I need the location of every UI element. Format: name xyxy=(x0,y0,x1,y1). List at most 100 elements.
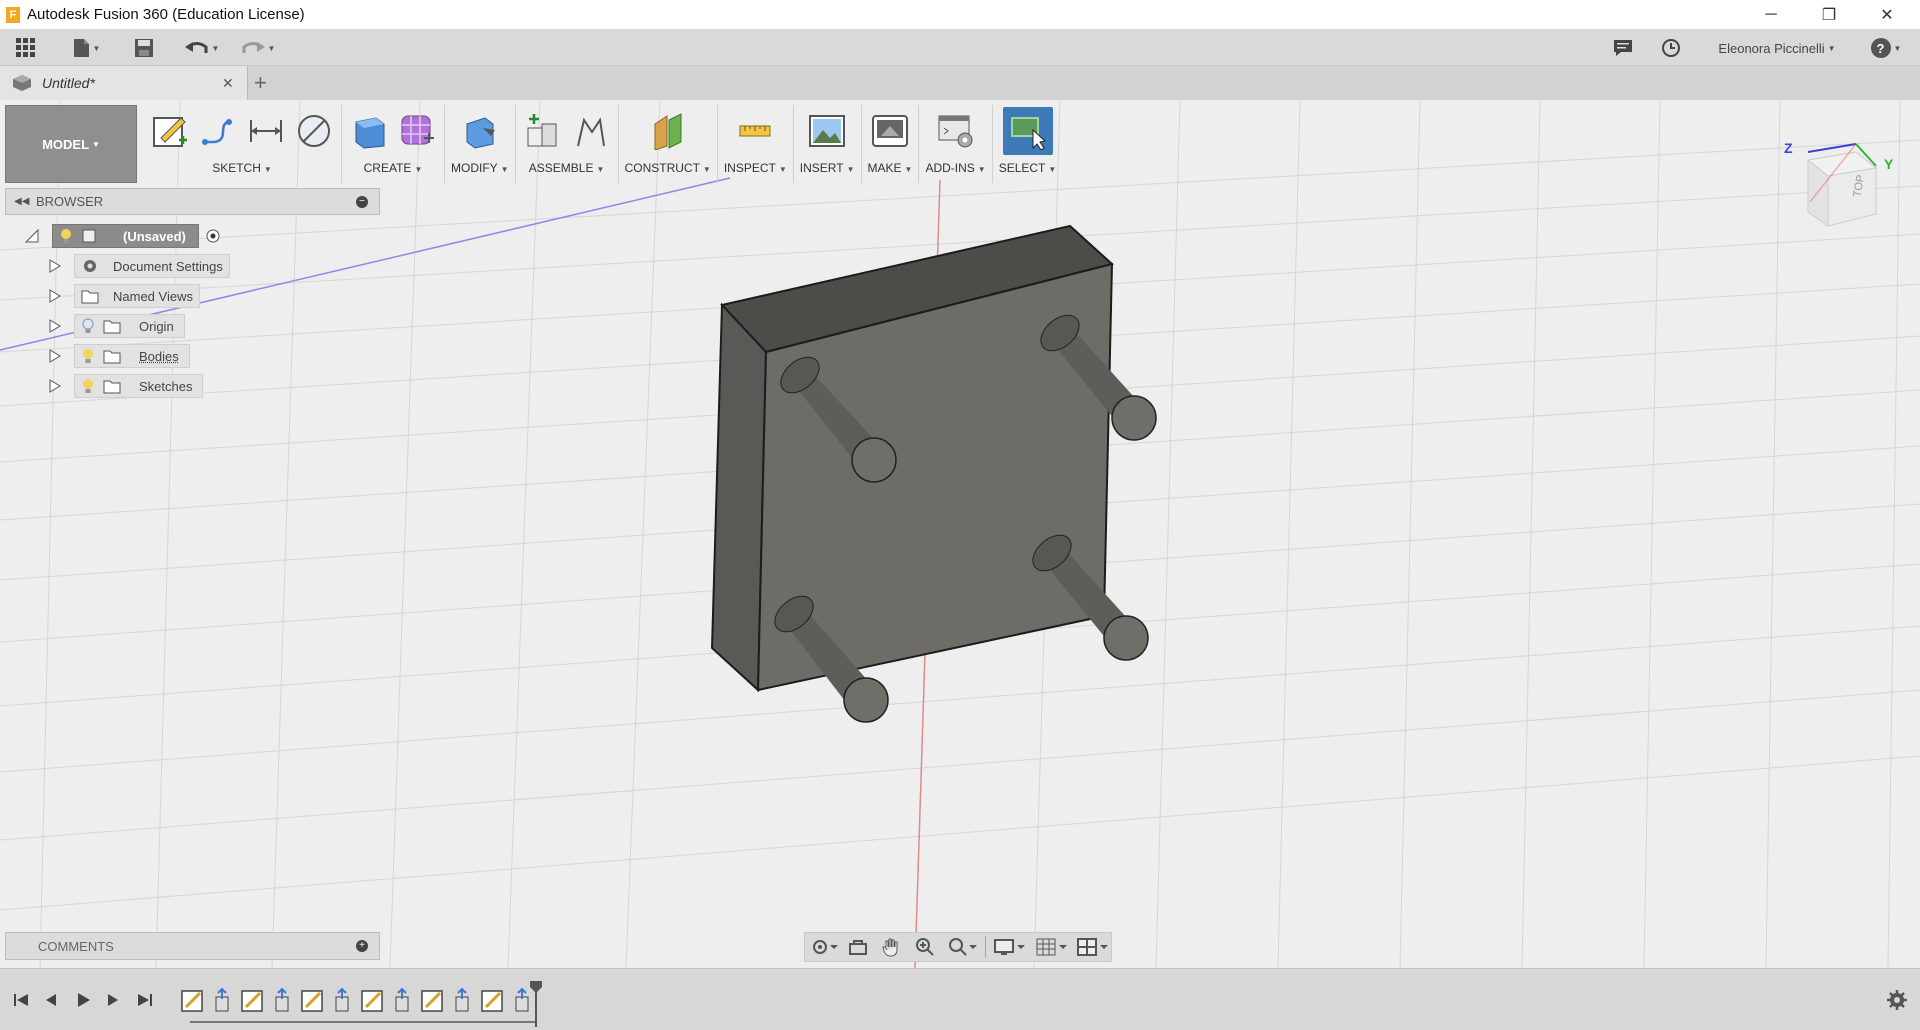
add-comment-icon[interactable]: + xyxy=(356,940,368,952)
lightbulb-icon[interactable] xyxy=(81,378,95,394)
canvas-viewport[interactable] xyxy=(0,100,1920,968)
activate-radio-icon[interactable] xyxy=(205,228,221,244)
sketches-label[interactable]: Sketches xyxy=(74,374,204,398)
viewports-button[interactable] xyxy=(1073,935,1111,959)
create-menu[interactable]: CREATE ▼ xyxy=(364,161,423,175)
browser-node-origin[interactable]: Origin xyxy=(48,314,185,338)
modify-menu[interactable]: MODIFY ▼ xyxy=(451,161,509,175)
bodies-label[interactable]: Bodies xyxy=(74,344,190,368)
timeline-sketch-4[interactable] xyxy=(360,987,386,1013)
line-button[interactable] xyxy=(197,110,239,152)
measure-button[interactable] xyxy=(734,110,776,152)
timeline-play-button[interactable] xyxy=(72,989,94,1011)
expand-triangle-icon[interactable] xyxy=(48,258,62,274)
origin-label[interactable]: Origin xyxy=(74,314,185,338)
timeline-prev-button[interactable] xyxy=(40,989,62,1011)
timeline-sketch-2[interactable] xyxy=(240,987,266,1013)
addins-menu[interactable]: ADD-INS ▼ xyxy=(925,161,985,175)
offset-plane-button[interactable] xyxy=(647,110,689,152)
select-menu[interactable]: SELECT ▼ xyxy=(999,161,1057,175)
lightbulb-icon[interactable] xyxy=(81,348,95,364)
file-menu-button[interactable]: ▼ xyxy=(66,35,106,61)
expand-triangle-icon[interactable] xyxy=(48,288,62,304)
workspace-switcher[interactable]: MODEL ▼ xyxy=(5,105,137,183)
expand-triangle-icon[interactable] xyxy=(48,318,62,334)
orbit-button[interactable] xyxy=(809,935,839,959)
save-button[interactable] xyxy=(130,35,158,61)
timeline-extrude-4[interactable] xyxy=(390,987,416,1013)
model-body[interactable] xyxy=(700,220,1180,740)
look-at-button[interactable] xyxy=(843,935,873,959)
timeline-last-button[interactable] xyxy=(134,989,156,1011)
fit-button[interactable] xyxy=(944,935,982,959)
new-tab-button[interactable]: + xyxy=(254,70,267,96)
help-button[interactable]: ? ▼ xyxy=(1866,35,1906,61)
extrude-button[interactable] xyxy=(348,110,390,152)
expand-triangle-icon[interactable] xyxy=(48,348,62,364)
notifications-button[interactable] xyxy=(1608,35,1638,61)
restore-button[interactable]: ❐ xyxy=(1800,0,1858,29)
browser-node-bodies[interactable]: Bodies xyxy=(48,344,190,368)
create-form-button[interactable] xyxy=(396,110,438,152)
pan-button[interactable] xyxy=(876,935,906,959)
timeline-extrude-1[interactable] xyxy=(210,987,236,1013)
named-views-label[interactable]: Named Views xyxy=(74,284,200,308)
data-panel-button[interactable] xyxy=(12,35,40,61)
timeline-sketch-6[interactable] xyxy=(480,987,506,1013)
assemble-menu[interactable]: ASSEMBLE ▼ xyxy=(529,161,605,175)
timeline-marker[interactable] xyxy=(528,981,544,1027)
new-component-button[interactable] xyxy=(522,110,564,152)
insert-image-button[interactable] xyxy=(806,110,848,152)
sketch-menu[interactable]: SKETCH ▼ xyxy=(212,161,272,175)
grid-settings-button[interactable] xyxy=(1032,935,1070,959)
timeline-sketch-1[interactable] xyxy=(180,987,206,1013)
browser-node-document-settings[interactable]: Document Settings xyxy=(48,254,230,278)
timeline-extrude-2[interactable] xyxy=(270,987,296,1013)
browser-node-named-views[interactable]: Named Views xyxy=(48,284,200,308)
sketch-dimension-button[interactable] xyxy=(245,110,287,152)
select-button[interactable] xyxy=(1002,107,1053,155)
joint-button[interactable] xyxy=(570,110,612,152)
browser-node-sketches[interactable]: Sketches xyxy=(48,374,204,398)
timeline-extrude-3[interactable] xyxy=(330,987,356,1013)
minimize-button[interactable]: ─ xyxy=(1742,0,1800,29)
redo-button[interactable]: ▼ xyxy=(236,35,280,61)
comments-panel[interactable]: COMMENTS + xyxy=(5,932,380,960)
undo-button[interactable]: ▼ xyxy=(180,35,224,61)
timeline-first-button[interactable] xyxy=(10,989,32,1011)
extrude-icon xyxy=(355,117,385,149)
press-pull-button[interactable] xyxy=(459,110,501,152)
view-cube[interactable]: Z Y TOP xyxy=(1770,132,1900,232)
undo-icon xyxy=(184,42,208,53)
browser-panel-header[interactable]: ◀◀ BROWSER − xyxy=(5,188,380,215)
job-status-button[interactable] xyxy=(1656,35,1686,61)
timeline-extrude-5[interactable] xyxy=(450,987,476,1013)
print-3d-button[interactable] xyxy=(869,110,911,152)
construct-menu[interactable]: CONSTRUCT ▼ xyxy=(625,161,711,175)
expand-triangle-icon[interactable] xyxy=(48,378,62,394)
lightbulb-icon[interactable] xyxy=(59,228,73,244)
zoom-button[interactable] xyxy=(910,935,940,959)
timeline-next-button[interactable] xyxy=(102,989,124,1011)
display-settings-button[interactable] xyxy=(990,935,1028,959)
timeline-sketch-5[interactable] xyxy=(420,987,446,1013)
stop-sketch-button[interactable] xyxy=(293,110,335,152)
expanded-triangle-icon[interactable] xyxy=(24,228,40,244)
lightbulb-off-icon[interactable] xyxy=(81,318,95,334)
collapse-panel-icon[interactable]: ◀◀ xyxy=(14,196,29,207)
create-sketch-button[interactable] xyxy=(149,110,191,152)
browser-root-node[interactable]: (Unsaved) xyxy=(24,224,221,248)
pin-panel-icon[interactable]: − xyxy=(356,195,368,208)
close-tab-icon[interactable]: ✕ xyxy=(222,75,234,92)
insert-menu[interactable]: INSERT ▼ xyxy=(800,161,855,175)
timeline-settings-button[interactable] xyxy=(1886,989,1908,1011)
make-menu[interactable]: MAKE ▼ xyxy=(868,161,913,175)
root-node-label[interactable]: (Unsaved) xyxy=(52,224,199,248)
scripts-addins-button[interactable] xyxy=(935,110,977,152)
timeline-sketch-3[interactable] xyxy=(300,987,326,1013)
close-button[interactable]: ✕ xyxy=(1858,0,1916,29)
inspect-menu[interactable]: INSPECT ▼ xyxy=(724,161,787,175)
user-menu[interactable]: Eleonora Piccinelli ▼ xyxy=(1712,35,1842,61)
document-settings-label[interactable]: Document Settings xyxy=(74,254,230,278)
document-tab[interactable]: Untitled* ✕ xyxy=(0,66,248,100)
